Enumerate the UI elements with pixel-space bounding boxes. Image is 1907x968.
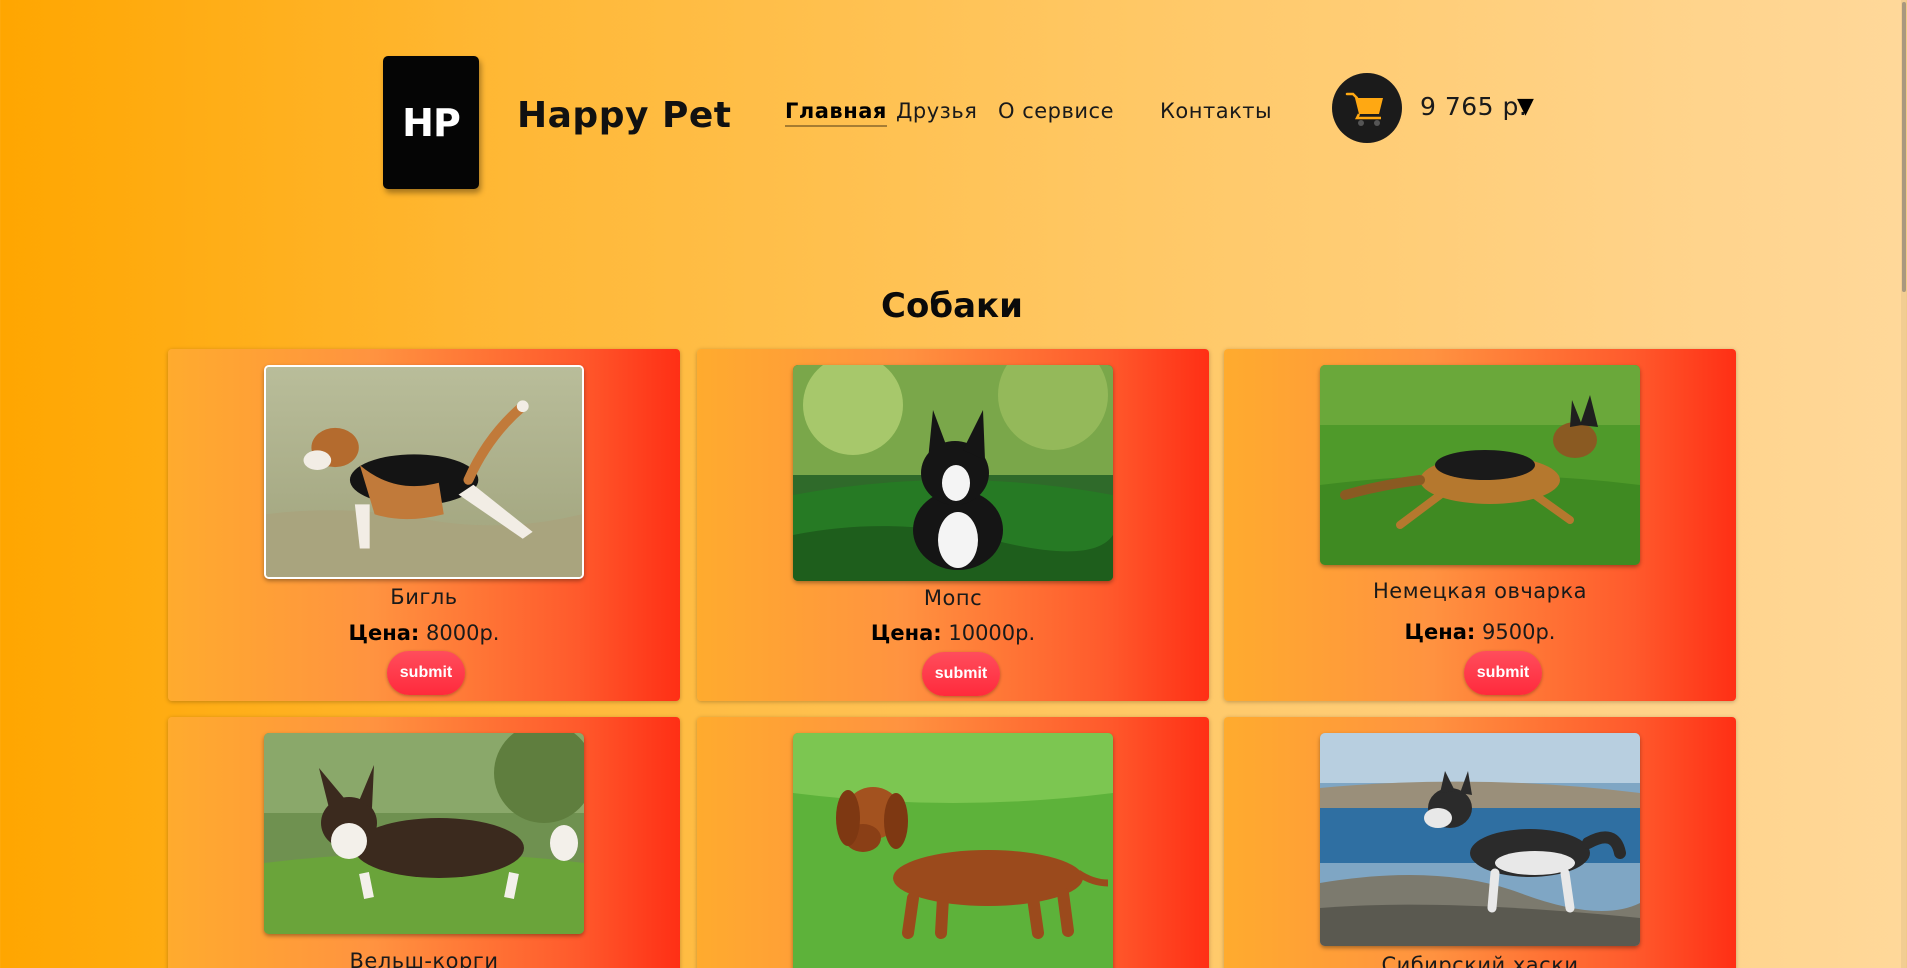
brand-name: Happy Pet: [517, 95, 732, 136]
submit-button[interactable]: submit: [387, 651, 465, 695]
shopping-cart-icon[interactable]: [1332, 73, 1402, 143]
product-image-beagle[interactable]: [264, 365, 584, 579]
product-card: Мопс Цена: 10000р. submit: [697, 349, 1209, 701]
logo[interactable]: HP: [383, 56, 479, 189]
product-image-german-shepherd[interactable]: [1320, 365, 1640, 565]
product-card: Вельш-корги: [168, 717, 680, 968]
product-name: Сибирский хаски: [1381, 953, 1579, 968]
product-image-dachshund[interactable]: [793, 733, 1113, 968]
chevron-down-icon[interactable]: ▼: [1517, 94, 1534, 119]
logo-text: HP: [402, 100, 461, 145]
price-label: Цена:: [1404, 620, 1476, 644]
price-label: Цена:: [870, 621, 942, 645]
product-card: Немецкая овчарка Цена: 9500р. submit: [1224, 349, 1736, 701]
product-price: Цена: 10000р.: [697, 621, 1209, 645]
price-value: 8000р.: [426, 621, 500, 645]
product-price: Цена: 8000р.: [168, 621, 680, 645]
cart-total[interactable]: 9 765 р.: [1420, 92, 1527, 121]
scrollbar-thumb[interactable]: [1902, 2, 1906, 292]
product-name: Немецкая овчарка: [1372, 579, 1587, 603]
nav-item-home[interactable]: Главная: [785, 99, 887, 127]
product-name: Бигль: [390, 585, 458, 609]
product-image-siberian-husky[interactable]: [1320, 733, 1640, 946]
product-image-welsh-corgi[interactable]: [264, 733, 584, 934]
page-scrollbar[interactable]: [1901, 0, 1907, 968]
submit-button[interactable]: submit: [922, 652, 1000, 696]
product-image-pug[interactable]: [793, 365, 1113, 581]
nav-item-about[interactable]: О сервисе: [998, 99, 1114, 123]
nav-item-friends[interactable]: Друзья: [896, 99, 977, 123]
product-card: [697, 717, 1209, 968]
section-title: Собаки: [881, 286, 1023, 326]
product-name: Мопс: [923, 586, 983, 610]
product-card: Бигль Цена: 8000р. submit: [168, 349, 680, 701]
nav-item-contacts[interactable]: Контакты: [1160, 99, 1272, 123]
price-label: Цена:: [348, 621, 420, 645]
submit-button[interactable]: submit: [1464, 651, 1542, 695]
product-name: Вельш-корги: [349, 949, 499, 968]
product-price: Цена: 9500р.: [1224, 620, 1736, 644]
product-card: Сибирский хаски: [1224, 717, 1736, 968]
price-value: 9500р.: [1482, 620, 1556, 644]
price-value: 10000р.: [948, 621, 1036, 645]
